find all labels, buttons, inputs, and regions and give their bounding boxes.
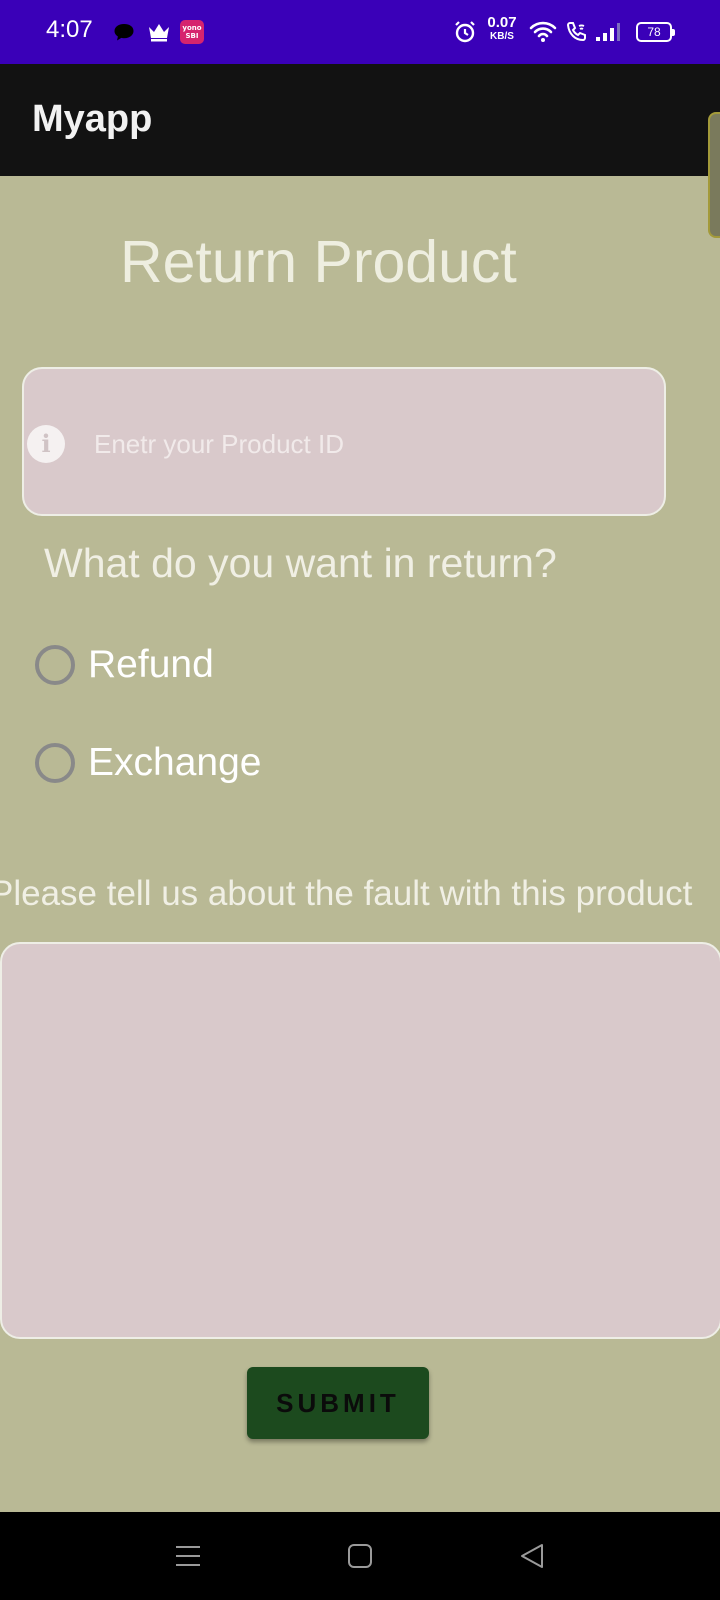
network-speed: 0.07 KB/S	[484, 14, 520, 44]
back-icon[interactable]	[516, 1540, 548, 1572]
yono-label-bottom: SBI	[185, 32, 199, 40]
crown-icon	[146, 20, 172, 44]
return-question-label: What do you want in return?	[44, 540, 557, 586]
yono-label-top: yono	[182, 24, 202, 32]
chat-icon	[112, 20, 136, 44]
fault-description-input[interactable]	[0, 942, 720, 1339]
refund-radio-option[interactable]: Refund	[35, 635, 214, 695]
status-time: 4:07	[46, 16, 93, 43]
app-bar: Myapp	[0, 64, 720, 176]
refund-radio-button[interactable]	[35, 645, 75, 685]
page-title: Return Product	[120, 229, 517, 295]
home-icon[interactable]	[344, 1540, 376, 1572]
menu-icon[interactable]	[172, 1540, 204, 1572]
exchange-radio-button[interactable]	[35, 743, 75, 783]
product-id-field[interactable]: i	[22, 367, 666, 516]
battery-icon: 78	[636, 22, 675, 42]
status-bar: 4:07 yono SBI 0.07 KB/S 78	[0, 0, 720, 64]
exchange-radio-label[interactable]: Exchange	[88, 741, 261, 785]
fault-question-label: Please tell us about the fault with this…	[0, 874, 693, 913]
yono-sbi-icon: yono SBI	[180, 20, 204, 44]
wifi-icon	[528, 20, 558, 44]
exchange-radio-option[interactable]: Exchange	[35, 733, 261, 793]
alarm-icon	[452, 20, 478, 44]
wifi-call-icon	[564, 20, 590, 44]
submit-button[interactable]: SUBMIT	[247, 1367, 429, 1439]
product-id-input[interactable]	[94, 419, 634, 469]
signal-icon	[594, 20, 622, 44]
app-title: Myapp	[32, 98, 153, 140]
system-nav-bar	[0, 1512, 720, 1600]
network-speed-unit: KB/S	[490, 31, 514, 42]
network-speed-value: 0.07	[487, 14, 517, 31]
edge-panel-handle[interactable]	[708, 112, 720, 238]
info-icon: i	[27, 425, 65, 463]
refund-radio-label[interactable]: Refund	[88, 643, 214, 687]
